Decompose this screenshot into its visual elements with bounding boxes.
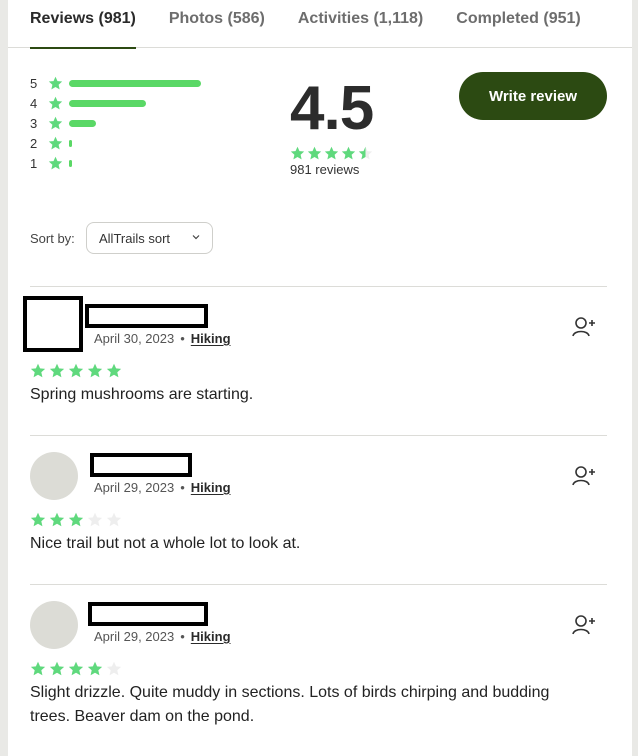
add-person-icon[interactable] xyxy=(571,316,597,338)
star-icon xyxy=(48,116,63,129)
review-meta: April 29, 2023 • Hiking xyxy=(94,480,231,495)
left-frame xyxy=(0,0,8,756)
review-meta: April 30, 2023 • Hiking xyxy=(94,331,231,346)
activity-link[interactable]: Hiking xyxy=(191,480,231,495)
distribution-bar xyxy=(69,159,72,167)
avatar[interactable] xyxy=(30,601,78,649)
sort-label: Sort by: xyxy=(30,231,75,246)
reviewer-name-redacted[interactable] xyxy=(88,602,208,626)
tab-label: Reviews (981) xyxy=(30,10,136,27)
tab-completed[interactable]: Completed (951) xyxy=(456,0,580,48)
separator-dot: • xyxy=(180,480,185,495)
review-text: Spring mushrooms are starting. xyxy=(30,386,254,403)
tab-label: Photos (586) xyxy=(168,10,265,27)
star-icon xyxy=(341,146,356,160)
divider xyxy=(30,286,607,287)
star-icon xyxy=(30,363,46,378)
review-date: April 30, 2023 xyxy=(94,331,175,346)
distribution-row: 1 xyxy=(30,153,209,173)
right-frame xyxy=(632,0,638,756)
review-stars xyxy=(30,363,122,379)
divider xyxy=(30,435,607,436)
distribution-bar xyxy=(69,79,201,87)
review-date: April 29, 2023 xyxy=(94,480,175,495)
star-icon xyxy=(106,512,122,527)
star-icon xyxy=(30,512,46,527)
star-icon xyxy=(49,363,65,378)
distribution-star-count: 4 xyxy=(30,95,38,111)
activity-link[interactable]: Hiking xyxy=(191,629,231,644)
distribution-star-count: 3 xyxy=(30,115,38,131)
star-icon xyxy=(87,661,103,676)
review-date: April 29, 2023 xyxy=(94,629,175,644)
distribution-row: 3 xyxy=(30,113,209,133)
average-rating-stars xyxy=(290,146,373,161)
star-icon xyxy=(48,96,63,109)
tab-bar: Reviews (981) Photos (586) Activities (1… xyxy=(8,0,632,49)
avatar[interactable] xyxy=(30,452,78,500)
add-person-icon[interactable] xyxy=(571,614,597,636)
distribution-bar xyxy=(69,119,96,127)
divider xyxy=(30,584,607,585)
star-icon xyxy=(87,363,103,378)
distribution-star-count: 2 xyxy=(30,135,38,151)
star-icon xyxy=(68,661,84,676)
average-rating-value: 4.5 xyxy=(290,74,374,143)
star-icon xyxy=(358,146,373,160)
star-icon xyxy=(49,512,65,527)
tab-photos[interactable]: Photos (586) xyxy=(169,0,265,48)
avatar[interactable] xyxy=(23,296,83,352)
star-icon xyxy=(68,363,84,378)
review-meta: April 29, 2023 • Hiking xyxy=(94,629,231,644)
review-stars xyxy=(30,512,122,528)
chevron-down-icon xyxy=(192,235,200,240)
tab-activities[interactable]: Activities (1,118) xyxy=(298,0,423,48)
star-icon xyxy=(48,136,63,149)
star-icon xyxy=(324,146,339,160)
star-icon xyxy=(49,661,65,676)
distribution-row: 5 xyxy=(30,73,209,93)
tab-reviews[interactable]: Reviews (981) xyxy=(30,0,136,49)
star-icon xyxy=(307,146,322,160)
add-person-icon[interactable] xyxy=(571,465,597,487)
average-rating: 4.5 981 reviews xyxy=(290,74,374,178)
star-icon xyxy=(290,146,305,160)
distribution-star-count: 1 xyxy=(30,155,38,171)
distribution-track xyxy=(69,99,209,107)
review-count: 981 reviews xyxy=(290,162,360,177)
reviewer-name-redacted[interactable] xyxy=(85,304,208,328)
distribution-star-count: 5 xyxy=(30,75,38,91)
rating-distribution: 5 4 3 2 1 xyxy=(30,73,209,173)
star-icon xyxy=(48,76,63,89)
star-icon xyxy=(68,512,84,527)
separator-dot: • xyxy=(180,331,185,346)
review-stars xyxy=(30,661,122,677)
tab-label: Completed (951) xyxy=(456,10,581,27)
distribution-track xyxy=(69,79,209,87)
star-icon xyxy=(48,156,63,169)
sort-dropdown[interactable]: AllTrails sort xyxy=(86,222,213,254)
review-text: Nice trail but not a whole lot to look a… xyxy=(30,535,301,552)
review-text: Slight drizzle. Quite muddy in sections.… xyxy=(30,684,550,725)
reviewer-name-redacted[interactable] xyxy=(90,453,192,477)
distribution-bar xyxy=(69,99,146,107)
tab-label: Activities (1,118) xyxy=(297,10,424,27)
distribution-track xyxy=(69,119,209,127)
sort-value: AllTrails sort xyxy=(99,230,171,246)
write-review-button[interactable]: Write review xyxy=(459,72,607,120)
distribution-track xyxy=(69,159,209,167)
star-icon xyxy=(87,512,103,527)
distribution-row: 2 xyxy=(30,133,209,153)
activity-link[interactable]: Hiking xyxy=(191,331,231,346)
star-icon xyxy=(30,661,46,676)
distribution-row: 4 xyxy=(30,93,209,113)
separator-dot: • xyxy=(180,629,185,644)
distribution-bar xyxy=(69,139,72,147)
distribution-track xyxy=(69,139,209,147)
star-icon xyxy=(106,661,122,676)
star-icon xyxy=(106,363,122,378)
